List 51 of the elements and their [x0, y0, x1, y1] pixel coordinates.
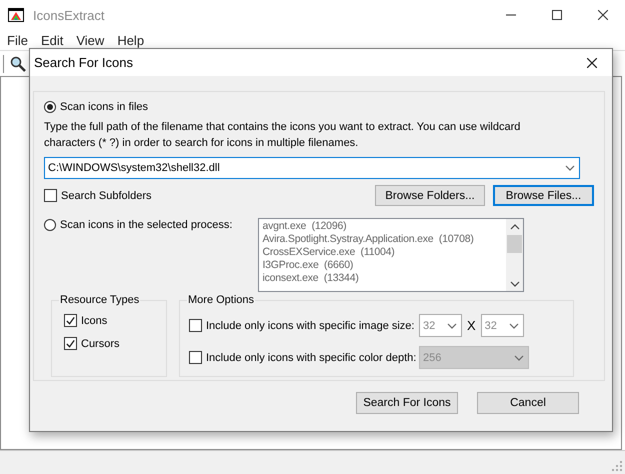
- radio-label[interactable]: Scan icons in files: [60, 101, 148, 113]
- caret-icon: [447, 322, 457, 328]
- checkbox-label[interactable]: Cursors: [81, 338, 120, 350]
- caret-icon: [514, 354, 524, 360]
- group-title: Resource Types: [59, 294, 140, 306]
- window-title: IconsExtract: [33, 8, 105, 22]
- list-item[interactable]: avgnt.exe (12096): [262, 220, 504, 233]
- path-field[interactable]: C:\WINDOWS\system32\shell32.dll: [44, 157, 580, 179]
- scroll-thumb[interactable]: [507, 235, 522, 253]
- menu-item[interactable]: View: [76, 32, 104, 48]
- checkbox[interactable]: [64, 314, 77, 327]
- radio-button[interactable]: [44, 219, 56, 231]
- menu-item[interactable]: File: [7, 32, 28, 48]
- description-text: Type the full path of the filename that contains the icons you want to extract. You can use wildcard characters (* ?) in order to search for icons in multiple filenames.: [44, 120, 522, 151]
- checkbox-label[interactable]: Include only icons with specific image size:: [206, 320, 414, 332]
- list-item[interactable]: Avira.Spotlight.Systray.Application.exe (10708): [262, 233, 504, 246]
- search-button[interactable]: Search For Icons: [356, 392, 458, 414]
- maximize-icon: [552, 10, 562, 20]
- checkbox[interactable]: [44, 189, 57, 202]
- close-icon: [598, 10, 608, 20]
- check-icon: [65, 338, 76, 350]
- list-item[interactable]: iconsext.exe (13344): [262, 272, 504, 285]
- cancel-button[interactable]: Cancel: [477, 392, 579, 414]
- browse-button[interactable]: Browse Files...: [493, 185, 594, 206]
- checkbox[interactable]: [189, 319, 202, 332]
- check-icon: [65, 314, 76, 326]
- checkbox-label[interactable]: Include only icons with specific color depth:: [206, 352, 416, 364]
- dialog-title: Search For Icons: [34, 55, 133, 70]
- search-icon: [10, 56, 26, 72]
- caret-icon: [508, 322, 519, 328]
- checkbox-label[interactable]: Icons: [81, 314, 108, 326]
- resize-grip-icon: [612, 461, 622, 471]
- radio-button[interactable]: [44, 101, 56, 113]
- caret-icon: [565, 165, 575, 171]
- group-title: More Options: [187, 294, 256, 306]
- list-item[interactable]: CrossEXService.exe (11004): [262, 246, 504, 259]
- checkbox[interactable]: [189, 351, 202, 364]
- browse-button[interactable]: Browse Folders...: [375, 185, 485, 206]
- checkbox-label[interactable]: Search Subfolders: [61, 190, 152, 202]
- menu-item[interactable]: Help: [117, 32, 144, 48]
- times-sign: X: [467, 318, 476, 333]
- checkbox[interactable]: [64, 337, 77, 350]
- process-list[interactable]: avgnt.exe (12096) Avira.Spotlight.Systray.Application.exe (10708) CrossEXService.exe (11004) I3GProc.exe (6660) iconsext.exe (13344): [258, 218, 524, 292]
- scrollbar[interactable]: [506, 219, 524, 291]
- dropdown[interactable]: 32: [419, 314, 462, 337]
- dropdown[interactable]: 32: [480, 314, 524, 337]
- menu-item[interactable]: Edit: [40, 32, 64, 48]
- close-icon: [587, 58, 597, 68]
- list-item[interactable]: I3GProc.exe (6660): [262, 259, 504, 272]
- radio-label[interactable]: Scan icons in the selected process:: [60, 219, 232, 231]
- app-icon: [8, 8, 24, 22]
